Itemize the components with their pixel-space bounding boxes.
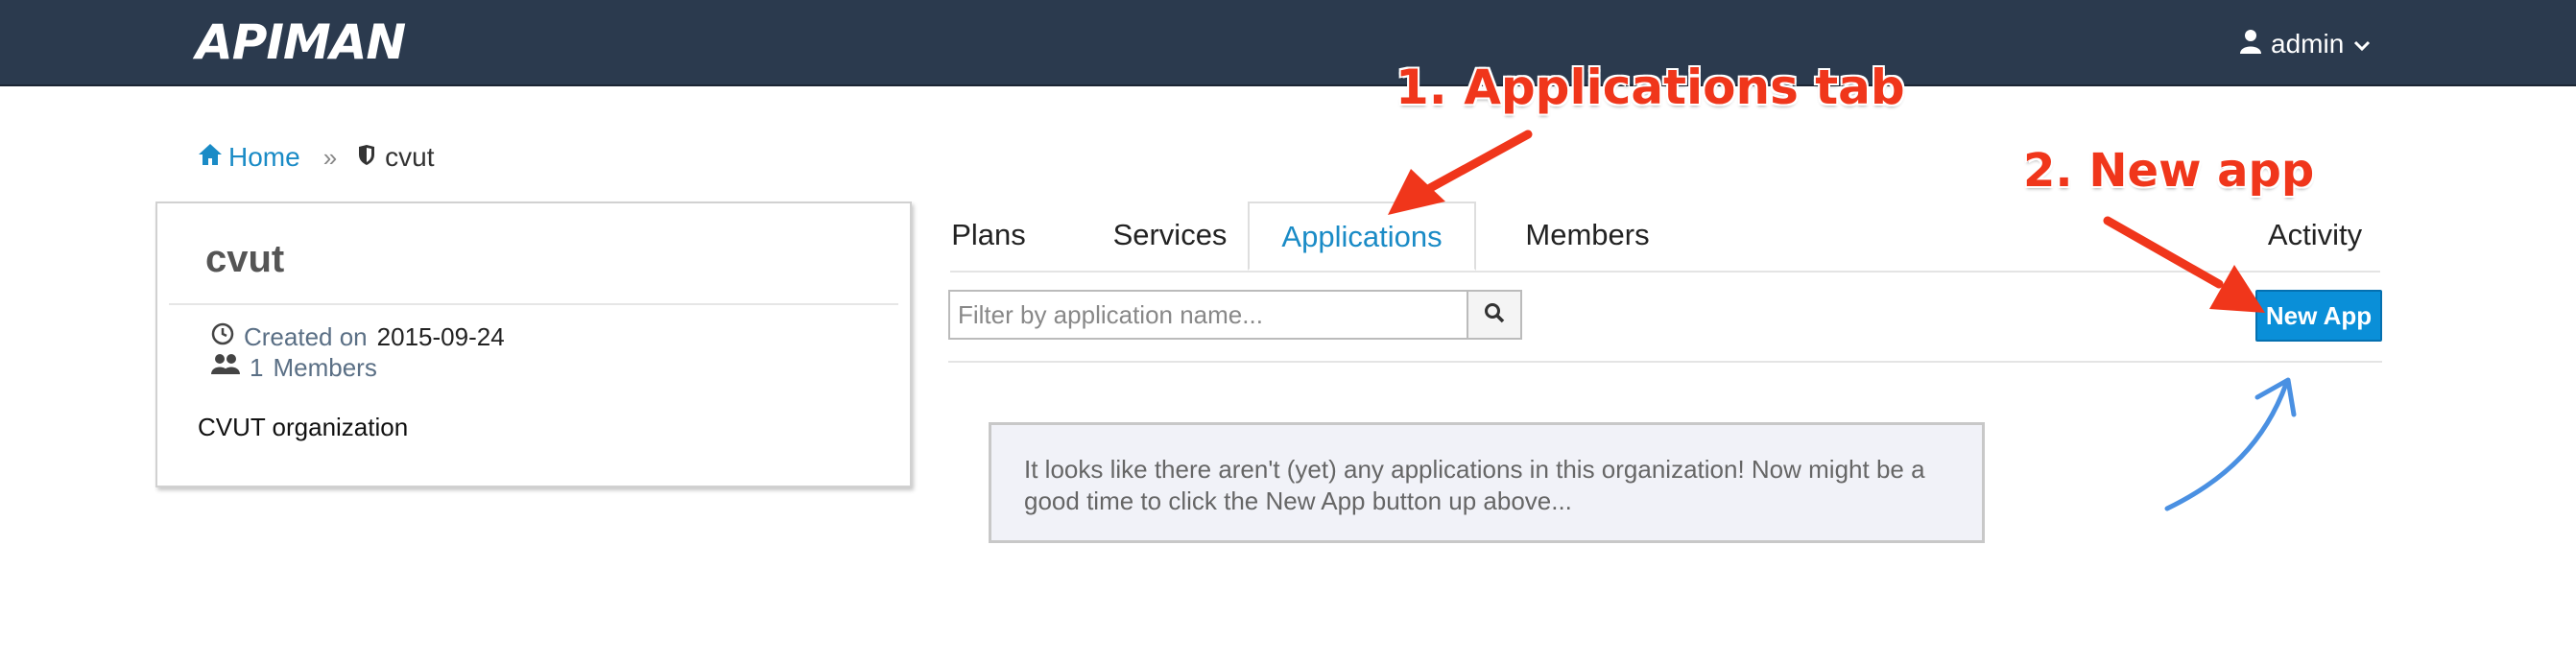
breadcrumb-current: cvut — [358, 142, 435, 173]
org-name: cvut — [205, 238, 285, 280]
breadcrumb-separator: » — [322, 142, 338, 172]
top-navbar: APIMAN admin — [0, 0, 2576, 86]
shield-icon — [358, 142, 375, 173]
home-icon — [198, 142, 223, 173]
tab-services[interactable]: Services — [1109, 202, 1230, 271]
user-name: admin — [2271, 29, 2345, 59]
breadcrumb-home-label: Home — [228, 142, 300, 172]
members-count: 1 — [250, 353, 264, 382]
tab-members[interactable]: Members — [1501, 202, 1674, 271]
clock-icon — [211, 322, 234, 352]
logo-text: APIMAN — [196, 14, 406, 70]
empty-state-message: It looks like there aren't (yet) any app… — [989, 422, 1985, 543]
org-card-divider — [169, 303, 898, 305]
members-label: Members — [273, 353, 377, 382]
users-icon — [211, 353, 240, 383]
created-label: Created on — [244, 322, 368, 351]
org-info-card: cvut Created on 2015-09-24 1 Members CVU… — [155, 202, 912, 487]
breadcrumb: Home » cvut — [198, 142, 435, 173]
new-app-button[interactable]: New App — [2255, 290, 2382, 342]
created-date: 2015-09-24 — [376, 322, 505, 351]
tab-plans[interactable]: Plans — [950, 202, 1027, 271]
breadcrumb-home-link[interactable]: Home — [198, 142, 300, 173]
annotation-step2: 2. New app — [2023, 144, 2315, 198]
toolbar-divider — [948, 361, 2382, 363]
user-icon — [2240, 29, 2261, 60]
annotation-step1: 1. Applications tab — [1395, 59, 1905, 115]
search-icon — [1484, 302, 1505, 328]
app-filter — [948, 290, 1522, 340]
org-description: CVUT organization — [198, 413, 409, 441]
org-members-row[interactable]: 1 Members — [211, 353, 377, 383]
apiman-logo[interactable]: APIMAN — [196, 14, 406, 70]
tab-applications[interactable]: Applications — [1248, 202, 1476, 271]
app-filter-input[interactable] — [948, 290, 1467, 340]
user-menu[interactable]: admin — [2240, 27, 2371, 61]
breadcrumb-current-label: cvut — [385, 142, 435, 172]
filter-search-button[interactable] — [1467, 290, 1522, 340]
chevron-down-icon — [2353, 29, 2371, 59]
blue-hint-arrow — [2164, 377, 2297, 511]
org-tabs: Plans Services Applications Members Acti… — [950, 202, 2380, 273]
org-created-row: Created on 2015-09-24 — [211, 322, 505, 352]
tab-activity[interactable]: Activity — [2254, 202, 2376, 271]
